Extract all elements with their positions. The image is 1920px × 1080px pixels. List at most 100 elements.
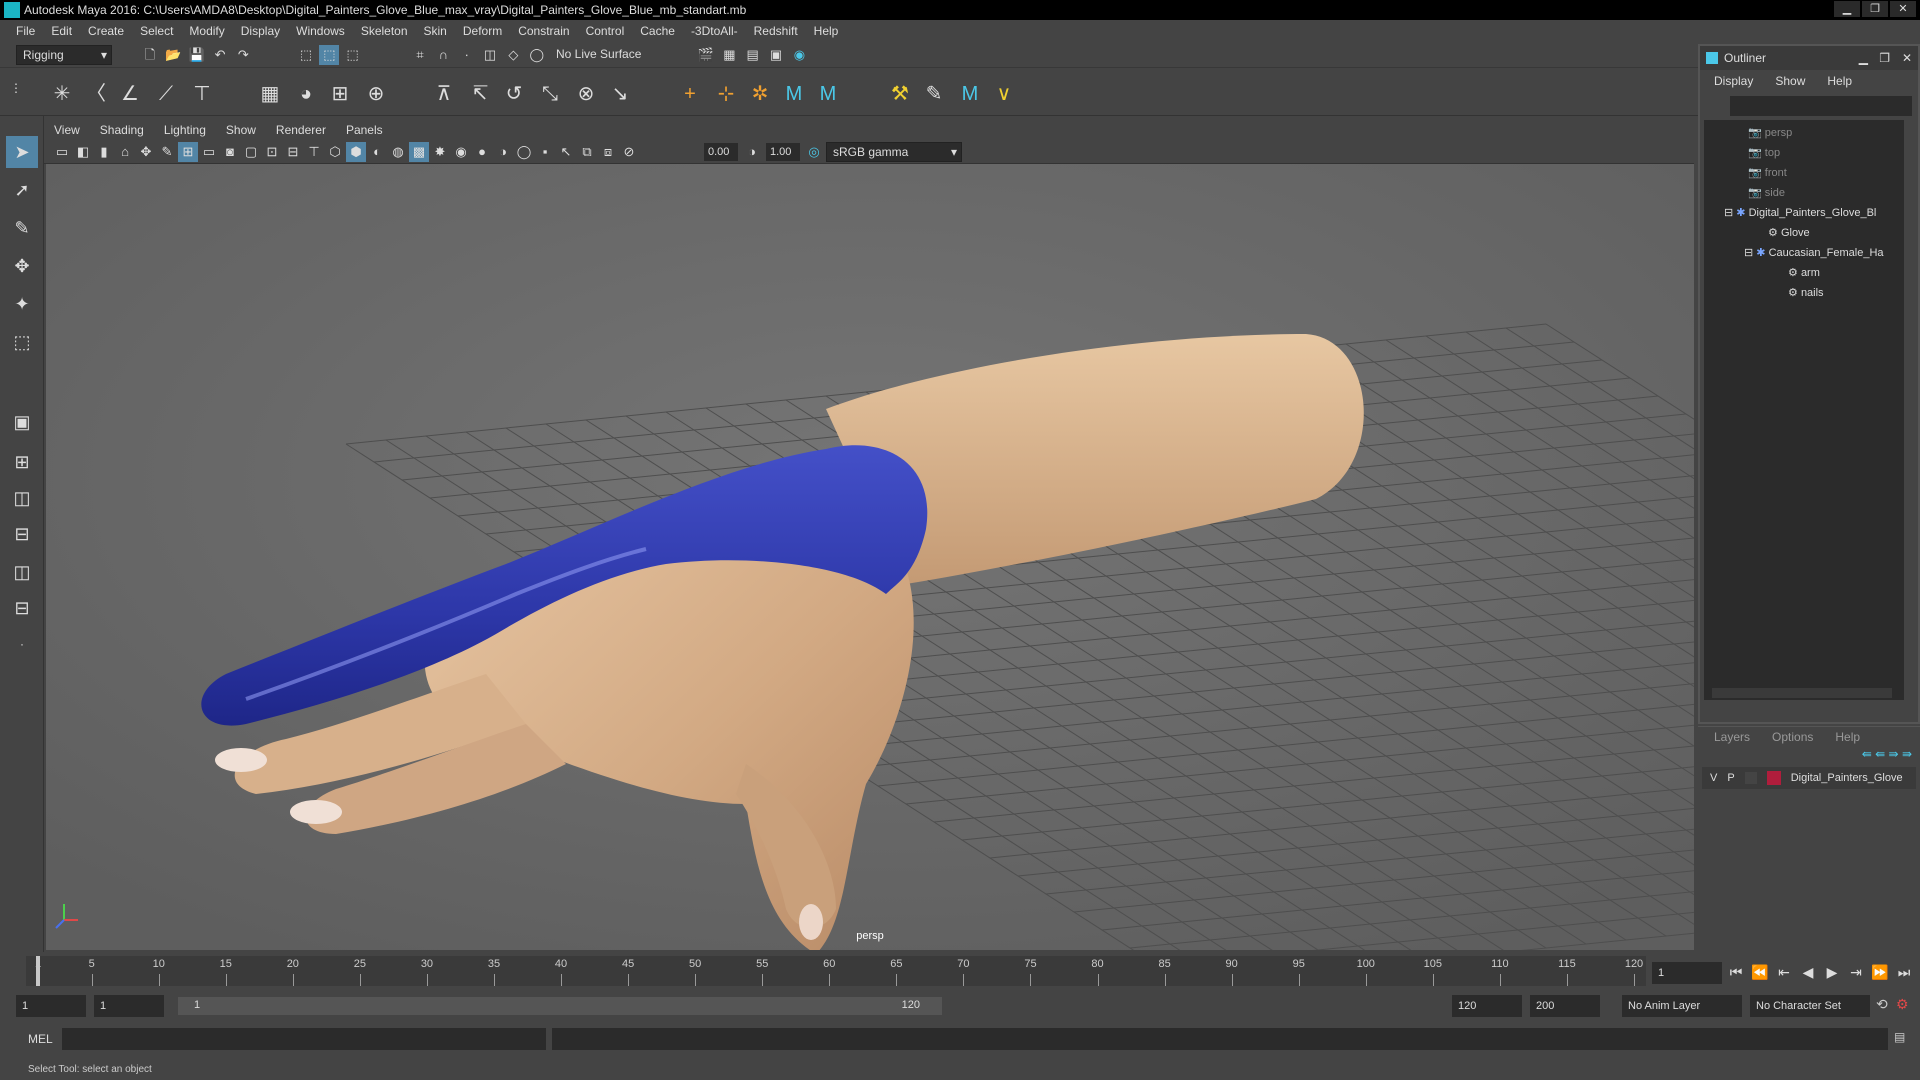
skin-tool-icon[interactable]: ✎ [920, 80, 948, 108]
menu-help[interactable]: Help [806, 24, 847, 38]
shadows-icon[interactable]: ◍ [388, 142, 408, 162]
snap-grid-icon[interactable]: ⌗ [410, 45, 430, 65]
maximize-button[interactable]: ❐ [1862, 1, 1888, 17]
field-chart-icon[interactable]: ⊡ [262, 142, 282, 162]
ipr-render-icon[interactable]: ▦ [719, 45, 739, 65]
set-driven-key-icon[interactable]: ⊹ [712, 80, 740, 108]
render-settings-icon[interactable]: ▤ [743, 45, 763, 65]
lattice-icon[interactable]: ⊞ [326, 80, 354, 108]
select-component-icon[interactable]: ⬚ [343, 45, 363, 65]
menu-redshift[interactable]: Redshift [746, 24, 806, 38]
single-view-layout-icon[interactable]: ▣ [6, 406, 38, 438]
panel-menu-lighting[interactable]: Lighting [154, 123, 216, 137]
outliner-item-glove[interactable]: ⚙ Glove [1768, 224, 1810, 242]
camera-icon[interactable]: ▭ [52, 142, 72, 162]
exposure-field[interactable]: 0.00 [704, 143, 738, 161]
anim-layer-dropdown[interactable]: No Anim Layer [1622, 995, 1742, 1017]
redo-icon[interactable]: ↷ [233, 45, 253, 65]
color-space-dropdown[interactable]: sRGB gamma ▾ [826, 142, 962, 162]
menu-skeleton[interactable]: Skeleton [353, 24, 416, 38]
layer-row[interactable]: V P Digital_Painters_Glove [1702, 767, 1916, 789]
move-layer-up-icon[interactable]: ⇚ [1862, 747, 1872, 761]
play-forward-icon[interactable]: ▶ [1822, 962, 1842, 982]
side-by-side-layout-icon[interactable]: ◫ [6, 482, 38, 514]
menu-cache[interactable]: Cache [632, 24, 683, 38]
step-forward-frame-icon[interactable]: ⇥ [1846, 962, 1866, 982]
new-layer-selected-icon[interactable]: ⇛ [1902, 747, 1912, 761]
outliner-hscrollbar[interactable] [1712, 688, 1892, 698]
render-view-icon[interactable]: ◉ [789, 45, 809, 65]
snap-curve-icon[interactable]: ∩ [433, 45, 453, 65]
snap-view-icon[interactable]: ◫ [480, 45, 500, 65]
persp-outliner-layout-icon[interactable]: ◫ [6, 556, 38, 588]
layer-menu-help[interactable]: Help [1835, 727, 1860, 747]
snap-point-icon[interactable]: ∙ [457, 45, 477, 65]
grease-pencil-icon[interactable]: ✎ [157, 142, 177, 162]
time-track[interactable]: 1510152025303540455055606570758085909510… [26, 956, 1646, 986]
step-back-key-icon[interactable]: ⏪ [1750, 962, 1770, 982]
motion-blur-icon[interactable]: ↖ [556, 142, 576, 162]
aim-constraint-icon[interactable]: ↸ [466, 80, 494, 108]
script-editor-icon[interactable]: ▤ [1894, 1030, 1905, 1044]
menu-windows[interactable]: Windows [288, 24, 353, 38]
render-current-icon[interactable]: 🎬 [696, 45, 716, 65]
snap-surface-icon[interactable]: ◇ [503, 45, 523, 65]
minimize-icon[interactable]: ▁ [1859, 46, 1868, 70]
gamma-icon[interactable]: ◑ [742, 142, 762, 162]
viewport-persp[interactable]: persp [46, 164, 1694, 950]
panel-menu-shading[interactable]: Shading [90, 123, 154, 137]
menu-display[interactable]: Display [233, 24, 288, 38]
depth-of-field-icon[interactable]: ⧈ [598, 142, 618, 162]
point-constraint-icon[interactable]: ⊼ [430, 80, 458, 108]
scale-constraint-icon[interactable]: ⤡ [536, 80, 564, 108]
layer-visibility-toggle[interactable]: V [1710, 772, 1717, 784]
isolate-select-icon[interactable]: ◉ [451, 142, 471, 162]
persp-graph-layout-icon[interactable]: ⊟ [6, 518, 38, 550]
outliner-layout-icon[interactable]: ⊟ [6, 592, 38, 624]
four-view-layout-icon[interactable]: ⊞ [6, 446, 38, 478]
outliner-menu-show[interactable]: Show [1775, 74, 1805, 88]
snap-plane-icon[interactable]: ◯ [527, 45, 547, 65]
menu-3dtoall[interactable]: -3DtoAll- [683, 24, 746, 38]
xray-icon[interactable]: ● [472, 142, 492, 162]
select-object-icon[interactable]: ⬚ [319, 45, 340, 65]
menu-create[interactable]: Create [80, 24, 132, 38]
ik-spline-icon[interactable]: ∠ [116, 80, 144, 108]
use-lights-icon[interactable]: ◐ [367, 142, 387, 162]
menu-modify[interactable]: Modify [181, 24, 232, 38]
ik-handle-icon[interactable]: 〈 [82, 80, 110, 108]
menuset-dropdown[interactable]: Rigging ▾ [16, 45, 112, 65]
ik-fk-icon[interactable]: ∨ [990, 80, 1018, 108]
menu-file[interactable]: File [8, 24, 43, 38]
layer-menu-options[interactable]: Options [1772, 727, 1813, 747]
outliner-item-hand-group[interactable]: ⊟ ✱ Caucasian_Female_Ha [1744, 244, 1884, 262]
pole-vector-icon[interactable]: ↘ [606, 80, 634, 108]
maximize-icon[interactable]: ❐ [1879, 46, 1890, 70]
menu-deform[interactable]: Deform [455, 24, 510, 38]
hik-control-icon[interactable]: M [814, 80, 842, 108]
color-management-icon[interactable]: ◎ [804, 142, 824, 162]
range-bar[interactable]: 1 120 [178, 997, 942, 1015]
script-language-label[interactable]: MEL [28, 1032, 53, 1046]
animation-end-field[interactable]: 200 [1530, 995, 1600, 1017]
menu-edit[interactable]: Edit [43, 24, 80, 38]
rig-tool-icon[interactable]: ✲ [746, 80, 774, 108]
mirror-joint-icon[interactable]: ⊤ [188, 80, 216, 108]
outliner-menu-help[interactable]: Help [1827, 74, 1852, 88]
outliner-item-front[interactable]: 📷 front [1748, 164, 1787, 182]
image-plane-icon[interactable]: ⌂ [115, 142, 135, 162]
joint-tool-icon[interactable]: ✳ [48, 80, 76, 108]
menu-skin[interactable]: Skin [416, 24, 455, 38]
open-scene-icon[interactable]: 📂 [163, 45, 183, 65]
safe-action-icon[interactable]: ⊟ [283, 142, 303, 162]
gate-mask-icon[interactable]: ▢ [241, 142, 261, 162]
safe-title-icon[interactable]: ⊤ [304, 142, 324, 162]
resolution-gate-icon[interactable]: ◙ [220, 142, 240, 162]
lighting-icon[interactable]: ✸ [430, 142, 450, 162]
panel-menu-show[interactable]: Show [216, 123, 266, 137]
ambient-occlusion-icon[interactable]: ▪ [535, 142, 555, 162]
shelf-options-icon[interactable]: ⋮ [2, 74, 30, 102]
character-icon[interactable]: M [956, 80, 984, 108]
two-d-pan-icon[interactable]: ✥ [136, 142, 156, 162]
outliner-item-group[interactable]: ⊟ ✱ Digital_Painters_Glove_Bl [1724, 204, 1876, 222]
